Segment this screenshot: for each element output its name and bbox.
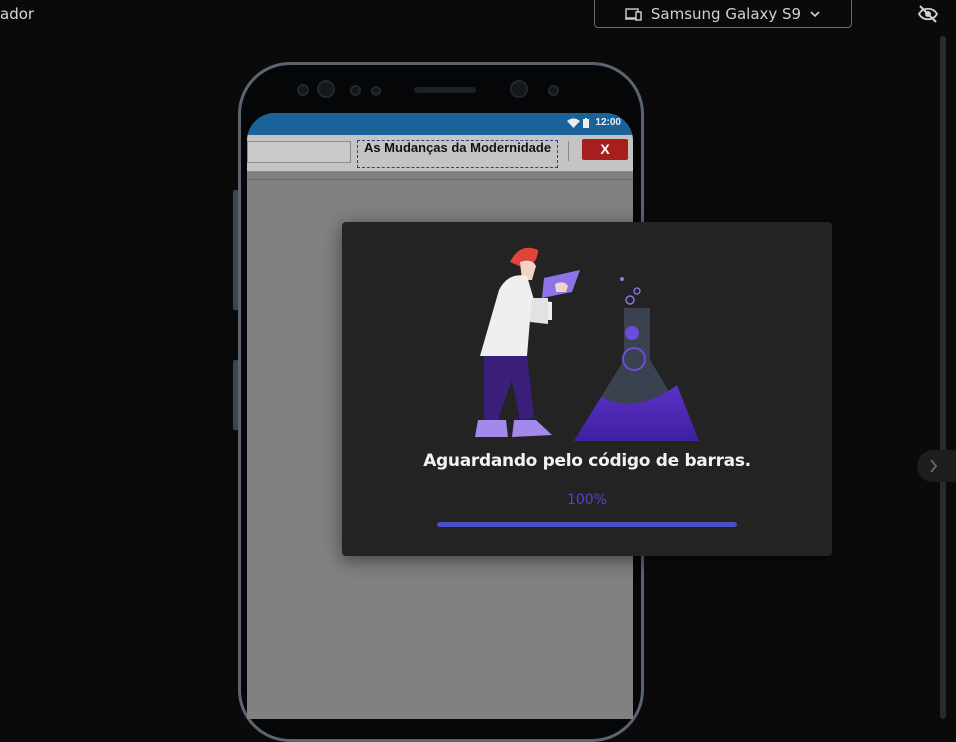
progress-percent: 100% bbox=[566, 492, 608, 508]
top-bar: ador Samsung Galaxy S9 bbox=[0, 0, 956, 30]
eye-off-icon[interactable] bbox=[917, 4, 939, 24]
device-select-value: Samsung Galaxy S9 bbox=[650, 4, 802, 23]
loading-dialog: Aguardando pelo código de barras. 100% bbox=[342, 222, 832, 556]
status-bar: 12:00 bbox=[247, 113, 633, 135]
sensor-icon bbox=[548, 85, 559, 96]
sensor-icon bbox=[371, 86, 381, 96]
toolbar-divider bbox=[568, 141, 573, 161]
toolbar-title: As Mudanças da Modernidade bbox=[357, 140, 558, 168]
chevron-down-icon bbox=[810, 10, 820, 17]
sensor-icon bbox=[297, 84, 309, 96]
app-title: ador bbox=[0, 5, 35, 23]
close-button[interactable]: X bbox=[582, 139, 628, 160]
device-select[interactable]: Samsung Galaxy S9 bbox=[594, 0, 852, 28]
battery-icon bbox=[583, 118, 589, 128]
status-icons bbox=[567, 118, 589, 128]
status-time: 12:00 bbox=[595, 117, 621, 128]
side-panel-toggle[interactable] bbox=[917, 450, 956, 482]
sensor-icon bbox=[350, 85, 361, 96]
front-camera-icon bbox=[510, 80, 528, 98]
progress-bar bbox=[437, 522, 737, 527]
app-toolbar: As Mudanças da Modernidade X bbox=[247, 135, 633, 172]
progress-fill bbox=[437, 522, 737, 527]
device-icon bbox=[624, 7, 642, 21]
chevron-right-icon bbox=[930, 459, 938, 473]
sensor-icon bbox=[317, 80, 335, 98]
earpiece bbox=[414, 87, 476, 93]
scientist-illustration bbox=[475, 247, 699, 441]
wifi-icon bbox=[567, 118, 580, 128]
scrollbar[interactable] bbox=[940, 36, 946, 719]
status-message: Aguardando pelo código de barras. bbox=[423, 451, 751, 471]
toolbar-input[interactable] bbox=[247, 141, 351, 163]
